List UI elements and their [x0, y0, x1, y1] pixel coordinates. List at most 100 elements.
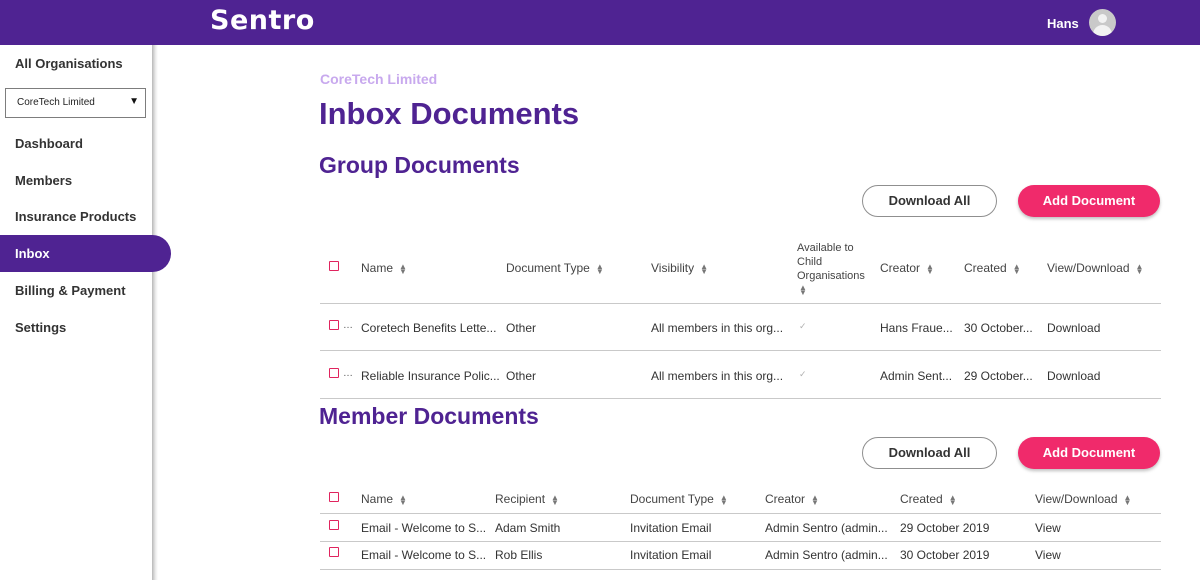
- table-cell-name[interactable]: Coretech Benefits Lette...: [361, 321, 496, 335]
- table-cell-creator: Hans Fraue...: [880, 321, 953, 335]
- table-cell-name[interactable]: Reliable Insurance Polic...: [361, 369, 500, 383]
- group-col-creator-label: Creator: [880, 261, 921, 275]
- member-col-recipient[interactable]: Recipient ▲ ▼: [495, 492, 559, 506]
- table-cell-visibility: All members in this org...: [651, 369, 784, 383]
- divider: [320, 513, 1161, 514]
- table-cell-document-type: Invitation Email: [630, 548, 712, 562]
- sidebar-item-dashboard[interactable]: Dashboard: [15, 136, 83, 151]
- member-col-document-type[interactable]: Document Type ▲ ▼: [630, 492, 728, 506]
- table-cell-name[interactable]: Email - Welcome to S...: [361, 521, 486, 535]
- member-col-created-label: Created: [900, 492, 943, 506]
- table-cell-created: 30 October...: [964, 321, 1033, 335]
- member-download-all-button[interactable]: Download All: [862, 437, 997, 469]
- group-col-available[interactable]: Available to Child Organisations ▲ ▼: [797, 241, 865, 297]
- available-check-icon: ✓: [799, 321, 807, 331]
- member-col-created[interactable]: Created ▲ ▼: [900, 492, 957, 506]
- table-cell-name[interactable]: Email - Welcome to S...: [361, 548, 486, 562]
- table-cell-document-type: Other: [506, 321, 537, 335]
- sort-icon: ▲ ▼: [1135, 261, 1144, 276]
- member-col-view-download-label: View/Download: [1035, 492, 1118, 506]
- group-col-view-download[interactable]: View/Download ▲ ▼: [1047, 261, 1143, 275]
- group-col-visibility[interactable]: Visibility ▲ ▼: [651, 261, 708, 275]
- more-icon[interactable]: …: [343, 320, 353, 331]
- table-cell-created: 29 October 2019: [900, 521, 990, 535]
- group-col-document-type-label: Document Type: [506, 261, 590, 275]
- sort-icon: ▲ ▼: [399, 261, 407, 276]
- sort-icon: ▲ ▼: [799, 283, 807, 298]
- group-select-all-checkbox[interactable]: [329, 261, 339, 271]
- member-col-creator-label: Creator: [765, 492, 806, 506]
- download-link[interactable]: Download: [1047, 321, 1100, 335]
- table-cell-created: 29 October...: [964, 369, 1033, 383]
- user-name[interactable]: Hans: [1047, 16, 1079, 31]
- sidebar-item-all-organisations[interactable]: All Organisations: [15, 56, 123, 71]
- page-title: Inbox Documents: [319, 96, 580, 131]
- sidebar-item-inbox[interactable]: Inbox: [0, 235, 171, 272]
- sort-icon: ▲ ▼: [719, 492, 728, 507]
- top-bar: Sentro Hans: [0, 0, 1200, 45]
- group-col-available-label-3: Organisations: [797, 270, 865, 282]
- view-link[interactable]: View: [1035, 548, 1061, 562]
- group-col-view-download-label: View/Download: [1047, 261, 1130, 275]
- member-documents-title: Member Documents: [319, 403, 539, 429]
- sidebar-item-billing-payment[interactable]: Billing & Payment: [15, 283, 126, 298]
- sidebar-item-insurance-products[interactable]: Insurance Products: [15, 209, 136, 224]
- table-row-checkbox[interactable]: [329, 320, 339, 330]
- table-cell-creator: Admin Sent...: [880, 369, 953, 383]
- group-add-document-button[interactable]: Add Document: [1018, 185, 1160, 217]
- member-col-name[interactable]: Name ▲ ▼: [361, 492, 407, 506]
- table-cell-created: 30 October 2019: [900, 548, 990, 562]
- sidebar-divider: [152, 45, 158, 580]
- member-add-document-button[interactable]: Add Document: [1018, 437, 1160, 469]
- sentro-logo[interactable]: Sentro: [210, 5, 315, 36]
- table-row-checkbox[interactable]: [329, 368, 339, 378]
- sort-icon: ▲ ▼: [811, 492, 819, 507]
- group-col-available-label-2: Child: [797, 256, 823, 268]
- group-col-document-type[interactable]: Document Type ▲ ▼: [506, 261, 604, 275]
- sort-icon: ▲ ▼: [595, 261, 604, 276]
- download-link[interactable]: Download: [1047, 369, 1100, 383]
- table-row-checkbox[interactable]: [329, 547, 339, 557]
- sort-icon: ▲ ▼: [551, 492, 559, 507]
- divider: [320, 569, 1161, 570]
- member-col-creator[interactable]: Creator ▲ ▼: [765, 492, 819, 506]
- caret-down-icon: ▼: [129, 96, 139, 107]
- organisation-select[interactable]: CoreTech Limited ▼: [5, 88, 146, 118]
- divider: [320, 303, 1161, 304]
- view-link[interactable]: View: [1035, 521, 1061, 535]
- group-col-visibility-label: Visibility: [651, 261, 695, 275]
- group-download-all-button[interactable]: Download All: [862, 185, 997, 217]
- divider: [320, 541, 1161, 542]
- group-col-name[interactable]: Name ▲ ▼: [361, 261, 407, 275]
- avatar[interactable]: [1089, 9, 1116, 36]
- table-cell-creator: Admin Sentro (admin...: [765, 548, 888, 562]
- sidebar-item-members[interactable]: Members: [15, 173, 72, 188]
- member-col-document-type-label: Document Type: [630, 492, 714, 506]
- user-icon-body: [1093, 25, 1112, 36]
- table-cell-document-type: Other: [506, 369, 537, 383]
- group-col-name-label: Name: [361, 261, 394, 275]
- group-col-created-label: Created: [964, 261, 1007, 275]
- member-select-all-checkbox[interactable]: [329, 492, 339, 502]
- sidebar-item-settings[interactable]: Settings: [15, 320, 66, 335]
- member-col-recipient-label: Recipient: [495, 492, 546, 506]
- table-cell-creator: Admin Sentro (admin...: [765, 521, 888, 535]
- organisation-name: CoreTech Limited: [320, 71, 438, 87]
- divider: [320, 398, 1161, 399]
- table-row-checkbox[interactable]: [329, 520, 339, 530]
- table-cell-document-type: Invitation Email: [630, 521, 712, 535]
- more-icon[interactable]: …: [343, 368, 353, 379]
- sort-icon: ▲ ▼: [1123, 492, 1132, 507]
- organisation-select-value: CoreTech Limited: [17, 97, 95, 108]
- group-documents-title: Group Documents: [319, 152, 520, 178]
- member-col-name-label: Name: [361, 492, 394, 506]
- table-cell-visibility: All members in this org...: [651, 321, 784, 335]
- divider: [320, 350, 1161, 351]
- group-col-creator[interactable]: Creator ▲ ▼: [880, 261, 934, 275]
- sort-icon: ▲ ▼: [1012, 261, 1021, 276]
- group-col-available-label-1: Available to: [797, 242, 854, 254]
- sort-icon: ▲ ▼: [399, 492, 407, 507]
- group-col-created[interactable]: Created ▲ ▼: [964, 261, 1021, 275]
- member-col-view-download[interactable]: View/Download ▲ ▼: [1035, 492, 1131, 506]
- table-cell-recipient: Adam Smith: [495, 521, 561, 535]
